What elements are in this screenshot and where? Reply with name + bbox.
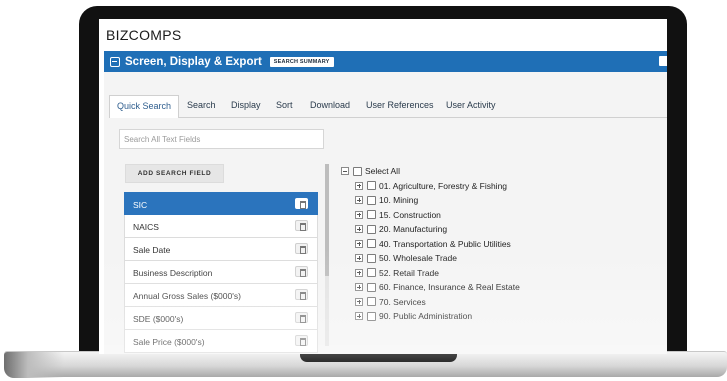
field-business-description[interactable]: Business Description — [124, 261, 318, 284]
tree-row[interactable]: 15. Construction — [341, 208, 661, 223]
search-field-list: SIC NAICS Sale Date Business Description… — [124, 192, 318, 354]
field-label: Sale Date — [133, 245, 171, 255]
tree-row[interactable]: 90. Public Administration — [341, 309, 661, 324]
brand-title: BIZCOMPS — [106, 27, 182, 43]
tree-row[interactable]: 60. Finance, Insurance & Real Estate — [341, 280, 661, 295]
tree-label: Select All — [365, 166, 400, 177]
field-label: SDE ($000's) — [133, 314, 184, 324]
field-sic[interactable]: SIC — [124, 192, 318, 215]
trash-icon[interactable] — [295, 243, 308, 254]
expand-icon[interactable] — [355, 268, 363, 277]
tree-label: 20. Manufacturing — [379, 224, 448, 235]
search-summary-badge[interactable]: SEARCH SUMMARY — [269, 56, 334, 67]
laptop-base-edge — [4, 352, 64, 378]
tree-label: 90. Public Administration — [379, 311, 473, 322]
main-panel: Quick Search Search Display Sort Downloa… — [104, 72, 667, 354]
trash-icon[interactable] — [295, 335, 308, 346]
expand-icon[interactable] — [355, 210, 363, 219]
tree-row[interactable]: 50. Wholesale Trade — [341, 251, 661, 266]
tree-row[interactable]: 40. Transportation & Public Utilities — [341, 237, 661, 252]
tab-download[interactable]: Download — [310, 100, 350, 110]
trash-icon[interactable] — [295, 220, 308, 231]
checkbox[interactable] — [367, 195, 376, 205]
tree-row[interactable]: 20. Manufacturing — [341, 222, 661, 237]
tree-label: 01. Agriculture, Forestry & Fishing — [379, 180, 508, 191]
expand-icon[interactable] — [355, 239, 363, 248]
tab-display[interactable]: Display — [231, 100, 261, 110]
tab-divider — [109, 117, 667, 118]
tab-user-references[interactable]: User References — [366, 100, 434, 110]
field-sale-date[interactable]: Sale Date — [124, 238, 318, 261]
field-label: Sale Price ($000's) — [133, 337, 205, 347]
tab-user-activity[interactable]: User Activity — [446, 100, 496, 110]
tree-row[interactable]: 70. Services — [341, 295, 661, 310]
field-sde[interactable]: SDE ($000's) — [124, 307, 318, 330]
checkbox[interactable] — [367, 210, 376, 220]
trash-icon[interactable] — [295, 198, 308, 209]
tree-label: 52. Retail Trade — [379, 267, 440, 278]
tree-row[interactable]: 52. Retail Trade — [341, 266, 661, 281]
field-label: NAICS — [133, 222, 159, 232]
expand-icon[interactable] — [355, 254, 363, 263]
field-label: SIC — [133, 200, 148, 210]
trash-icon[interactable] — [295, 312, 308, 323]
checkbox[interactable] — [367, 224, 376, 234]
checkbox[interactable] — [367, 253, 376, 263]
checkbox[interactable] — [367, 181, 376, 191]
field-naics[interactable]: NAICS — [124, 215, 318, 238]
tree-row[interactable]: 10. Mining — [341, 193, 661, 208]
tree-label: 50. Wholesale Trade — [379, 253, 457, 264]
sic-tree: Select All 01. Agriculture, Forestry & F… — [341, 164, 661, 324]
tree-label: 40. Transportation & Public Utilities — [379, 238, 511, 249]
collapse-icon[interactable] — [110, 56, 120, 67]
tree-label: 10. Mining — [379, 195, 419, 206]
tree-label: 15. Construction — [379, 209, 441, 220]
expand-icon[interactable] — [355, 196, 363, 205]
scrollbar-thumb[interactable] — [325, 164, 329, 276]
checkbox[interactable] — [353, 166, 362, 176]
expand-icon[interactable] — [355, 312, 363, 321]
field-label: Business Description — [133, 268, 213, 278]
panel-title: Screen, Display & Export — [125, 55, 262, 68]
trash-icon[interactable] — [295, 266, 308, 277]
search-input[interactable]: Search All Text Fields — [119, 129, 324, 149]
app-screen: BIZCOMPS Screen, Display & Export SEARCH… — [99, 19, 667, 354]
collapse-icon[interactable] — [341, 167, 349, 176]
expand-icon[interactable] — [355, 283, 363, 292]
expand-icon[interactable] — [355, 297, 363, 306]
checkbox[interactable] — [367, 311, 376, 321]
tree-row-select-all[interactable]: Select All — [341, 164, 661, 179]
tree-label: 60. Finance, Insurance & Real Estate — [379, 282, 520, 293]
checkbox[interactable] — [367, 297, 376, 307]
tab-search[interactable]: Search — [187, 100, 216, 110]
trash-icon[interactable] — [295, 289, 308, 300]
tree-label: 70. Services — [379, 296, 426, 307]
checkbox[interactable] — [367, 282, 376, 292]
expand-icon[interactable] — [355, 181, 363, 190]
panel-header: Screen, Display & Export SEARCH SUMMARY — [104, 51, 667, 72]
tab-bar: Quick Search Search Display Sort Downloa… — [104, 72, 667, 125]
field-annual-gross-sales[interactable]: Annual Gross Sales ($000's) — [124, 284, 318, 307]
tab-sort[interactable]: Sort — [276, 100, 293, 110]
checkbox[interactable] — [367, 239, 376, 249]
field-sale-price[interactable]: Sale Price ($000's) — [124, 330, 318, 353]
field-label: Annual Gross Sales ($000's) — [133, 291, 241, 301]
tree-row[interactable]: 01. Agriculture, Forestry & Fishing — [341, 179, 661, 194]
header-action-icon[interactable] — [659, 56, 667, 66]
add-search-field-button[interactable]: ADD SEARCH FIELD — [125, 164, 224, 183]
checkbox[interactable] — [367, 268, 376, 278]
tab-quick-search[interactable]: Quick Search — [109, 95, 180, 118]
expand-icon[interactable] — [355, 225, 363, 234]
